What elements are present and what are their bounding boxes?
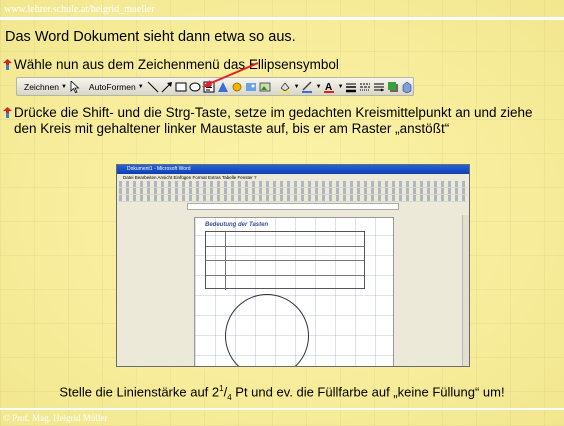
chevron-down-icon: ▼ [137,83,144,90]
arrow-icon[interactable] [161,80,173,94]
word-toolbar-3 [119,195,467,202]
word-screenshot: Dokument1 - Microsoft Word Datei Bearbei… [116,164,470,367]
intro-text: Das Word Dokument sieht dann etwa so aus… [5,29,296,45]
chevron-down-icon[interactable]: ▼ [294,84,300,90]
word-title-bar: Dokument1 - Microsoft Word [117,165,469,174]
drawn-circle[interactable] [225,294,309,366]
footer-divider [0,408,564,410]
footer-copyright: © Prof. Mag. Helgrid Müller [3,413,108,423]
bullet-icon [3,107,12,118]
autoshapes-menu-button[interactable]: AutoFormen ▼ [87,79,146,94]
table-row [206,275,364,290]
draw-menu-button[interactable]: Zeichnen ▼ [22,79,69,94]
drawing-toolbar: Zeichnen ▼ AutoFormen ▼ ▼ ▼ A ▼ [16,77,414,96]
chevron-down-icon[interactable]: ▼ [338,84,344,90]
font-color-icon[interactable]: A [323,80,335,94]
chevron-down-icon: ▼ [60,83,67,90]
autoshapes-menu-label: AutoFormen [88,81,136,92]
chevron-down-icon[interactable]: ▼ [316,84,322,90]
shadow-icon[interactable] [387,80,399,94]
table-row [206,232,364,247]
page-table [205,231,365,290]
3d-icon[interactable] [401,80,413,94]
rectangle-icon[interactable] [175,80,187,94]
ellipse-icon[interactable] [189,80,201,94]
bullet-text: Wähle nun aus dem Zeichenmenü das Ellips… [14,57,339,72]
word-menu-bar: Datei Bearbeiten Ansicht Einfügen Format… [123,175,257,180]
word-page: Bedeutung der Tasten [194,217,394,366]
wordart-icon[interactable] [217,80,229,94]
table-row [206,246,364,261]
word-toolbar-2 [119,188,467,195]
clipart-icon[interactable] [245,80,257,94]
line-style-icon[interactable] [345,80,357,94]
draw-menu-label: Zeichnen [24,81,59,92]
bullet-icon [3,59,12,70]
arrow-style-icon[interactable] [373,80,385,94]
dash-style-icon[interactable] [359,80,371,94]
line-width-instruction: Stelle die Linienstärke auf 21/4 Pt und … [59,384,505,402]
textbox-icon[interactable] [203,80,215,94]
bullet-text: Drücke die Shift- und die Strg-Taste, se… [14,105,533,136]
fill-color-icon[interactable] [279,80,291,94]
header-divider [0,17,564,20]
header-url: www.lehrer.schule.at/helgrid_mueller [4,4,155,15]
diagram-icon[interactable] [231,80,243,94]
word-ruler [187,203,399,210]
picture-icon[interactable] [259,80,271,94]
bullet-ellipse-instruction: Wähle nun aus dem Zeichenmenü das Ellips… [3,57,339,73]
table-row [206,261,364,276]
word-toolbar-1 [119,181,467,188]
word-scrollbar[interactable] [462,215,469,366]
select-pointer-icon[interactable] [70,80,80,94]
line-icon[interactable] [147,80,159,94]
bullet-drag-instruction: Drücke die Shift- und die Strg-Taste, se… [3,105,553,137]
line-color-icon[interactable] [301,80,313,94]
page-heading: Bedeutung der Tasten [205,222,269,228]
